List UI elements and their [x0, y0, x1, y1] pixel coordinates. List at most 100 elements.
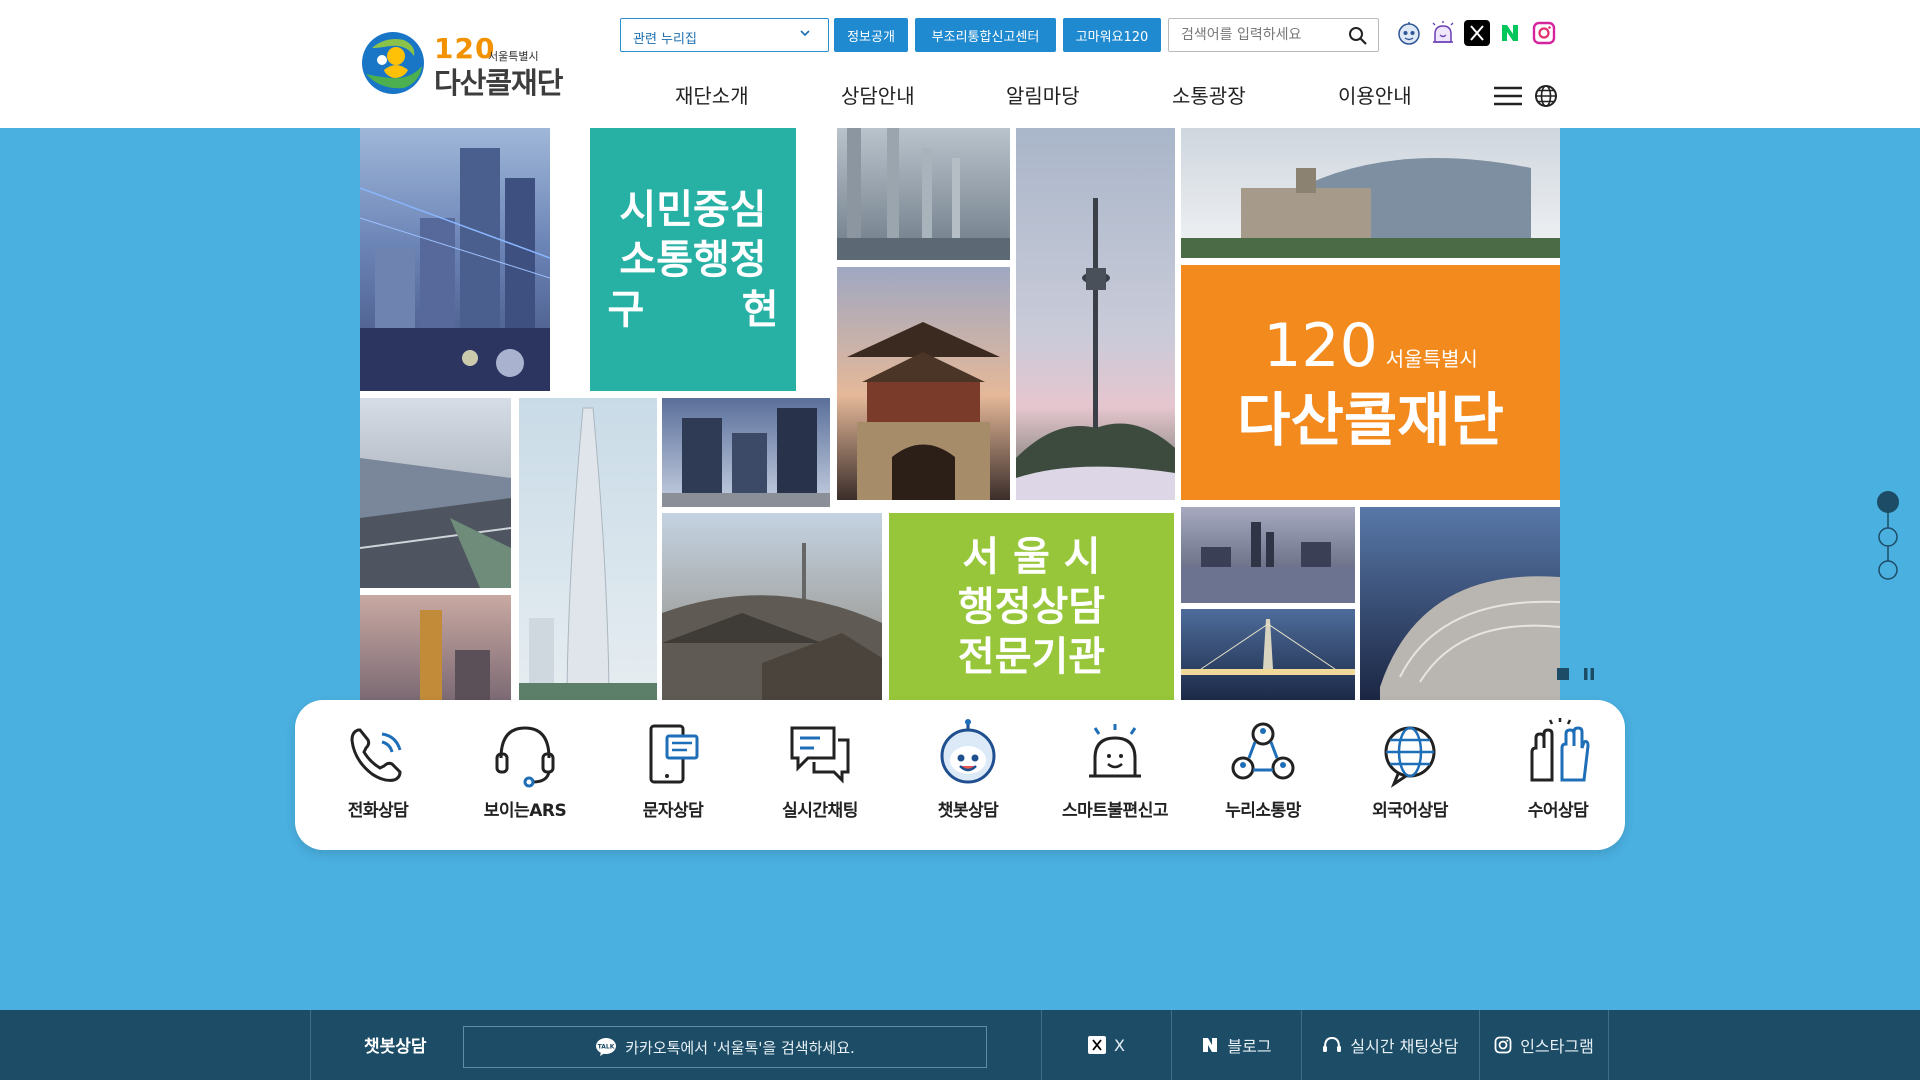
footer-live-chat-link[interactable]: 실시간 채팅상담 [1301, 1010, 1479, 1080]
tile-brand-sub: 서울특별시 [1385, 346, 1478, 371]
globe-icon[interactable] [1534, 84, 1558, 108]
highway-illustration [360, 458, 511, 588]
tile-dasancall-brand: 120 서울특별시 다산콜재단 [1181, 265, 1560, 500]
bottom-quick-bar: 챗봇상담 TALK 카카오톡에서 '서울톡'을 검색하세요. X 블로그 실시간… [0, 1010, 1920, 1080]
instagram-icon [1494, 1036, 1512, 1054]
nav-foundation-intro[interactable]: 재단소개 [675, 80, 749, 109]
headset-icon [495, 726, 555, 788]
x-icon[interactable] [1464, 20, 1490, 46]
nav-usage-guide[interactable]: 이용안내 [1338, 80, 1412, 109]
service-social-network[interactable]: 누리소통망 [1193, 718, 1333, 830]
photo-yeouido-skyline [1181, 507, 1355, 603]
nav-communication-plaza[interactable]: 소통광장 [1172, 80, 1246, 109]
service-visible-ars-label: 보이는ARS [483, 801, 567, 821]
nav-notices[interactable]: 알림마당 [1006, 80, 1080, 109]
service-smart-report[interactable]: 스마트불편신고 [1045, 718, 1185, 830]
search-input[interactable] [1169, 19, 1339, 51]
headset-icon [1323, 1036, 1342, 1052]
pause-icon[interactable] [1583, 668, 1595, 680]
hanok-illustration [662, 543, 882, 700]
skyline-illustration [1181, 522, 1355, 603]
logo-name: 다산콜재단 [434, 66, 563, 100]
chatbot-icon [940, 719, 996, 784]
service-smart-report-label: 스마트불편신고 [1062, 801, 1168, 821]
footer-instagram-link[interactable]: 인스타그램 [1479, 1010, 1609, 1080]
svg-text:TALK: TALK [598, 1044, 615, 1051]
info-disclosure-button[interactable]: 정보공개 [834, 18, 908, 52]
hamburger-menu-icon[interactable] [1494, 86, 1522, 106]
kakao-search-notice[interactable]: TALK 카카오톡에서 '서울톡'을 검색하세요. [463, 1026, 987, 1068]
site-logo[interactable]: 120 서울특별시 다산콜재단 [360, 30, 570, 100]
sign-language-icon [1530, 718, 1590, 782]
tile-brand-number: 120 [1263, 310, 1378, 381]
kakao-search-text: 카카오톡에서 '서울톡'을 검색하세요. [625, 1038, 855, 1057]
photo-ddp [1360, 507, 1560, 700]
photo-underground-reservoir [837, 128, 1010, 260]
stop-icon[interactable] [1557, 668, 1569, 680]
service-visible-ars[interactable]: 보이는ARS [455, 718, 595, 830]
footer-blog-link[interactable]: 블로그 [1171, 1010, 1301, 1080]
photo-seoul-city-hall [1181, 128, 1560, 258]
service-live-chat[interactable]: 실시간채팅 [750, 718, 890, 830]
service-chatbot[interactable]: 챗봇상담 [898, 718, 1038, 830]
footer-x-link[interactable]: X [1041, 1010, 1171, 1080]
phone-icon [350, 728, 402, 782]
kakao-talk-icon: TALK [596, 1038, 617, 1056]
thanks-120-label: 고마워요120 [1075, 29, 1149, 45]
service-foreign-language[interactable]: 외국어상담 [1340, 718, 1480, 830]
tile-seoul-admin: 서 울 시 행정상담 전문기관 [889, 513, 1174, 700]
service-phone-label: 전화상담 [347, 801, 409, 821]
tile-seoul-line-1: 서 울 시 [962, 533, 1101, 580]
ddp-illustration [1380, 576, 1560, 700]
instagram-icon[interactable] [1531, 20, 1557, 46]
chatbot-icon[interactable] [1396, 20, 1422, 46]
naver-blog-icon[interactable] [1497, 20, 1523, 46]
section-nav-dots[interactable] [1876, 490, 1900, 580]
city-hall-illustration [1181, 158, 1560, 258]
corruption-report-label: 부조리통합신고센터 [931, 29, 1040, 45]
info-disclosure-label: 정보공개 [847, 29, 895, 45]
chat-icon [790, 726, 850, 784]
city-night-illustration [360, 148, 550, 391]
related-sites-label: 관련 누리집 [633, 32, 697, 47]
tile-seoul-line-2: 행정상담 [957, 583, 1106, 630]
service-chatbot-label: 챗봇상담 [937, 801, 999, 821]
smart-report-icon[interactable] [1430, 20, 1456, 46]
service-sign-language-label: 수어상담 [1527, 801, 1589, 821]
photo-lotte-tower [519, 398, 657, 700]
alarm-icon [1089, 724, 1141, 778]
building-63-illustration [420, 610, 490, 700]
search-icon[interactable] [1348, 26, 1368, 46]
bridge-illustration [1181, 619, 1355, 675]
service-sms[interactable]: 문자상담 [603, 718, 743, 830]
chevron-down-icon [800, 30, 810, 37]
service-social-network-label: 누리소통망 [1225, 801, 1301, 821]
service-sms-label: 문자상담 [642, 801, 704, 821]
naver-blog-icon [1203, 1038, 1218, 1052]
service-phone[interactable]: 전화상담 [308, 718, 448, 830]
namsan-tower-illustration [1016, 198, 1175, 500]
globe-icon [1384, 726, 1436, 788]
photo-namsan-tower [1016, 128, 1175, 500]
tile-citizen-centered: 시민중심 소통행정 구 현 [590, 128, 796, 391]
chatbot-consult-label: 챗봇상담 [364, 1037, 427, 1057]
footer-blog-label: 블로그 [1227, 1037, 1272, 1056]
hero-banner: 시민중심 소통행정 구 현 120 서울특별시 다산콜재단 서 울 시 행정상담… [360, 128, 1560, 700]
photo-highway [360, 398, 511, 588]
gangnam-illustration [662, 408, 830, 507]
related-sites-select[interactable]: 관련 누리집 [620, 18, 829, 52]
corruption-report-button[interactable]: 부조리통합신고센터 [915, 18, 1056, 52]
divider [310, 1010, 311, 1080]
photo-bukchon-hanok [662, 513, 882, 700]
service-foreign-language-label: 외국어상담 [1372, 801, 1448, 821]
service-sign-language[interactable]: 수어상담 [1488, 718, 1628, 830]
tile-seoul-line-3: 전문기관 [957, 633, 1106, 680]
photo-cheonggyecheon [360, 128, 550, 391]
service-live-chat-label: 실시간채팅 [782, 801, 858, 821]
logo-mark-icon [362, 32, 424, 94]
nav-consultation-guide[interactable]: 상담안내 [841, 80, 915, 109]
search-box [1168, 18, 1379, 52]
thanks-120-button[interactable]: 고마워요120 [1063, 18, 1161, 52]
service-quick-menu: 전화상담 보이는ARS 문자상담 실시간채팅 챗봇상담 스마트불편신고 누리소통… [295, 700, 1625, 850]
photo-63-building [360, 595, 511, 700]
